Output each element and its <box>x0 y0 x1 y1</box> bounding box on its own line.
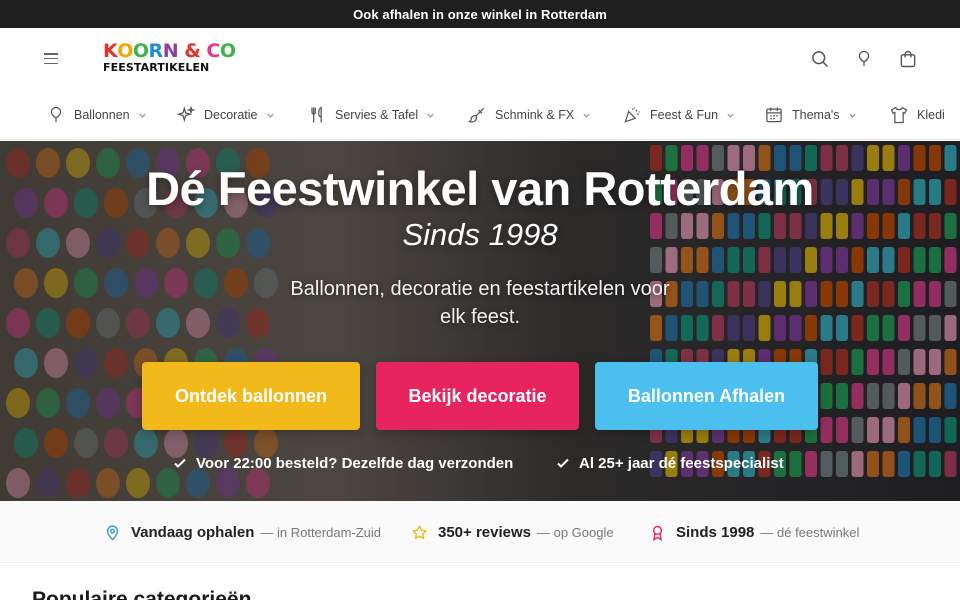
award-icon <box>652 525 663 541</box>
chevron-down-icon <box>583 113 590 118</box>
usp-strong: 350+ reviews <box>438 523 531 541</box>
specialist-note: Al 25+ jaar dé feestspecialist <box>556 453 784 473</box>
check-text: Al 25+ jaar dé feestspecialist <box>579 454 784 472</box>
nav-item-themas[interactable]: Thema's <box>764 90 857 140</box>
nav-item-ballonnen[interactable]: Ballonnen <box>46 90 147 140</box>
location-pin-icon <box>106 524 119 541</box>
wishlist-icon[interactable] <box>854 49 874 69</box>
nav-item-label: Kledi <box>917 108 945 122</box>
usp-bar: Vandaag ophalen — in Rotterdam-Zuid 350+… <box>0 501 960 563</box>
nav-item-servies-tafel[interactable]: Servies & Tafel <box>307 90 435 140</box>
site-logo[interactable]: KOORN & CO FEESTARTIKELEN <box>103 42 236 74</box>
brush-icon <box>467 107 485 123</box>
logo-letter: K <box>103 40 118 62</box>
cutlery-icon <box>311 106 322 123</box>
site-header: KOORN & CO FEESTARTIKELEN <box>0 28 960 90</box>
nav-item-schmink-fx[interactable]: Schmink & FX <box>467 90 591 140</box>
balloon-pickup-button[interactable]: Ballonnen Afhalen <box>595 362 818 430</box>
nav-item-label: Decoratie <box>204 108 258 122</box>
party-popper-icon <box>624 107 640 123</box>
logo-letter: & <box>184 40 201 62</box>
star-icon <box>412 524 427 539</box>
hero-subtitle: Sinds 1998 <box>402 217 558 252</box>
usp-strong: Vandaag ophalen <box>131 523 255 541</box>
usp-light: — op Google <box>537 524 614 540</box>
logo-letter: O <box>219 40 236 62</box>
chevron-down-icon <box>266 113 274 118</box>
hero-banner: Dé Feestwinkel van Rotterdam Sinds 1998 … <box>0 141 960 501</box>
sparkles-icon <box>176 105 196 123</box>
check-text: Voor 22:00 besteld? Dezelfde dag verzond… <box>196 454 514 472</box>
category-nav: Ballonnen Decoratie Servies & Tafel Schm… <box>0 90 960 140</box>
nav-item-label: Ballonnen <box>74 108 130 122</box>
nav-item-feest-fun[interactable]: Feest & Fun <box>622 90 735 140</box>
balloon-icon <box>50 106 62 123</box>
usp-since: Sinds 1998 — dé feestwinkel <box>649 501 859 563</box>
usp-strong: Sinds 1998 <box>676 523 755 541</box>
hero-description: Ballonnen, decoratie en feestartikelen v… <box>290 278 670 328</box>
discover-balloons-button[interactable]: Ontdek ballonnen <box>142 362 360 430</box>
announcement-bar: Ook afhalen in onze winkel in Rotterdam <box>0 0 960 28</box>
announcement-text: Ook afhalen in onze winkel in Rotterdam <box>353 6 607 22</box>
chevron-down-icon <box>848 113 856 118</box>
nav-item-decoratie[interactable]: Decoratie <box>176 90 275 140</box>
nav-item-label: Servies & Tafel <box>335 108 419 122</box>
menu-icon[interactable] <box>44 53 58 65</box>
search-icon[interactable] <box>810 49 830 69</box>
logo-wordmark: KOORN & CO <box>103 42 236 61</box>
shirt-icon <box>890 106 908 124</box>
usp-reviews: 350+ reviews — op Google <box>411 501 614 563</box>
logo-letter: R <box>148 40 164 62</box>
chevron-down-icon <box>427 113 434 118</box>
calendar-icon <box>766 107 782 123</box>
logo-letter: N <box>162 40 179 62</box>
usp-pickup-today: Vandaag ophalen — in Rotterdam-Zuid <box>104 501 381 563</box>
checkmark-icon <box>174 458 186 468</box>
nav-item-label: Feest & Fun <box>650 108 719 122</box>
nav-item-label: Schmink & FX <box>495 108 575 122</box>
view-decoration-button[interactable]: Bekijk decoratie <box>376 362 579 430</box>
logo-letter: O <box>117 40 133 62</box>
hero-title: Dé Feestwinkel van Rotterdam <box>146 162 814 215</box>
logo-letter: C <box>206 40 220 62</box>
checkmark-icon <box>557 458 569 468</box>
nav-item-kleding[interactable]: Kledi <box>889 90 945 140</box>
usp-light: — dé feestwinkel <box>760 524 860 540</box>
popular-categories-title: Populaire categorieën <box>32 588 252 600</box>
usp-light: — in Rotterdam-Zuid <box>260 524 382 540</box>
cart-icon[interactable] <box>898 49 918 69</box>
nav-item-label: Thema's <box>792 108 840 122</box>
chevron-down-icon <box>727 113 734 118</box>
logo-tagline: FEESTARTIKELEN <box>103 61 210 74</box>
chevron-down-icon <box>139 113 146 118</box>
same-day-shipping-note: Voor 22:00 besteld? Dezelfde dag verzond… <box>173 453 513 473</box>
logo-letter: O <box>132 40 149 62</box>
